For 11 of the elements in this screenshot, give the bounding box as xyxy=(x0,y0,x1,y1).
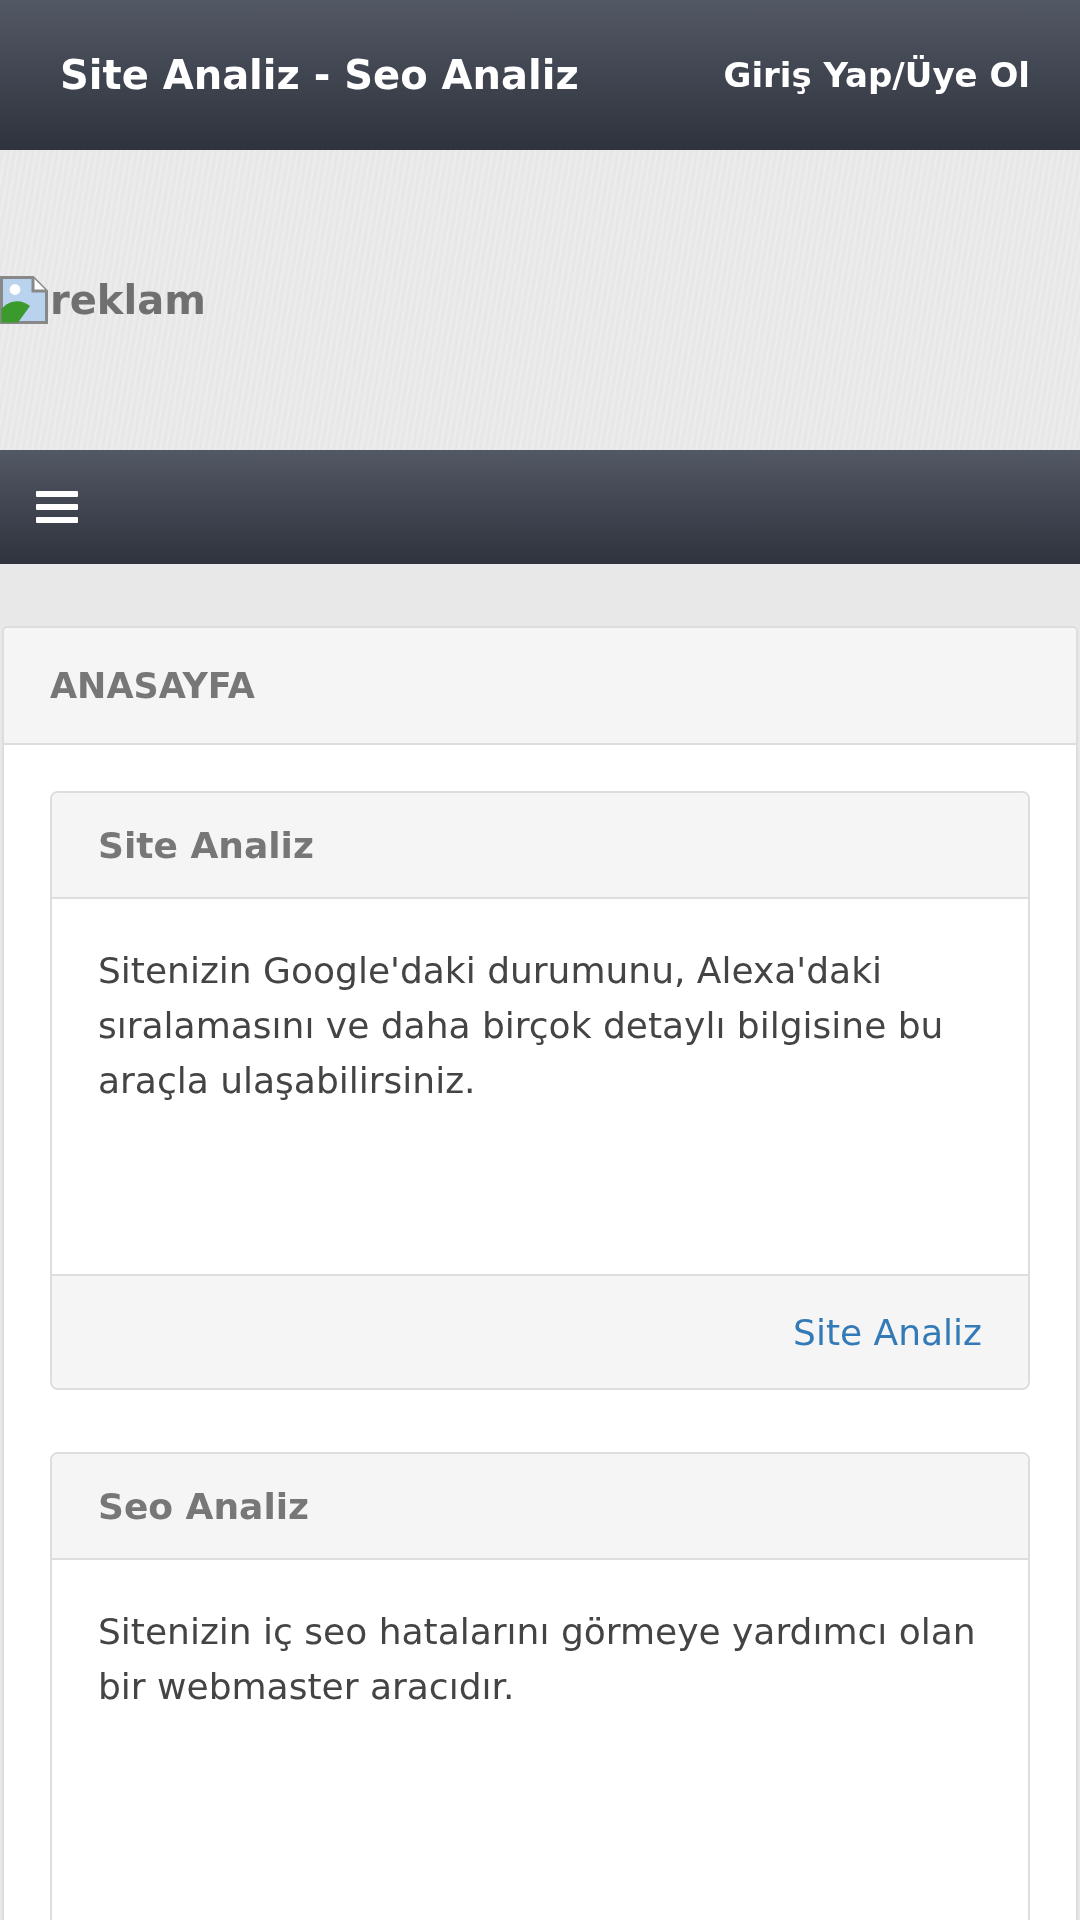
image-alt-text: reklam xyxy=(50,277,206,323)
card-title: Site Analiz xyxy=(98,824,314,866)
card-description: Sitenizin iç seo hatalarını görmeye yardımcı olan bir webmaster aracıdır. xyxy=(98,1610,977,1709)
broken-image-icon xyxy=(0,276,48,324)
panel-title: ANASAYFA xyxy=(50,665,255,706)
login-link[interactable]: Giriş Yap/Üye Ol xyxy=(723,55,1030,95)
card-link[interactable]: Site Analiz xyxy=(793,1311,982,1353)
card-description: Sitenizin Google'daki durumunu, Alexa'daki sıralamasını ve daha birçok detaylı bilgisine bu araçla ulaşabilirsiniz. xyxy=(98,949,945,1103)
site-title: Site Analiz - Seo Analiz xyxy=(60,52,579,98)
card-title: Seo Analiz xyxy=(98,1485,310,1527)
menu-icon[interactable] xyxy=(36,489,78,525)
